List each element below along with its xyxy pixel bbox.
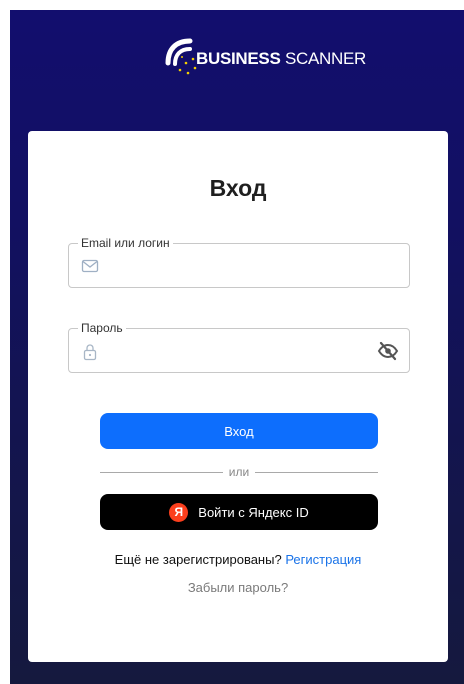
yandex-id-button[interactable]: Я Войти с Яндекс ID [100,494,378,530]
register-link[interactable]: Регистрация [285,552,361,567]
or-divider: или [100,465,379,479]
business-scanner-logo: BUSINESS SCANNER [162,30,366,80]
divider-line-left [100,471,223,473]
not-registered-text: Ещё не зарегистрированы? [114,552,282,567]
divider-text: или [228,465,250,479]
forgot-password-link[interactable]: Забыли пароль? [28,580,448,595]
yandex-button-label: Войти с Яндекс ID [198,504,309,520]
register-row: Ещё не зарегистрированы? Регистрация [28,552,448,567]
email-field[interactable]: Email или логин [68,236,410,288]
password-input[interactable] [109,337,369,365]
logo-wordmark: BUSINESS SCANNER [196,49,366,69]
page-title: Вход [209,175,267,201]
login-button[interactable]: Вход [100,413,378,449]
password-field[interactable]: Пароль [68,321,410,373]
lock-icon [81,343,99,361]
email-field-label: Email или логин [78,236,173,250]
login-card: Вход Email или логин Пароль Вход или Я В… [28,131,448,662]
logo-signal-icon [162,33,198,77]
email-input[interactable] [109,252,369,280]
eye-slash-icon[interactable] [377,341,399,361]
logo-brand-light: SCANNER [284,49,366,68]
password-field-label: Пароль [78,321,126,335]
yandex-logo-icon: Я [169,502,189,522]
envelope-icon [81,258,99,274]
logo-brand-bold: BUSINESS [196,49,281,68]
divider-line-right [255,471,379,473]
